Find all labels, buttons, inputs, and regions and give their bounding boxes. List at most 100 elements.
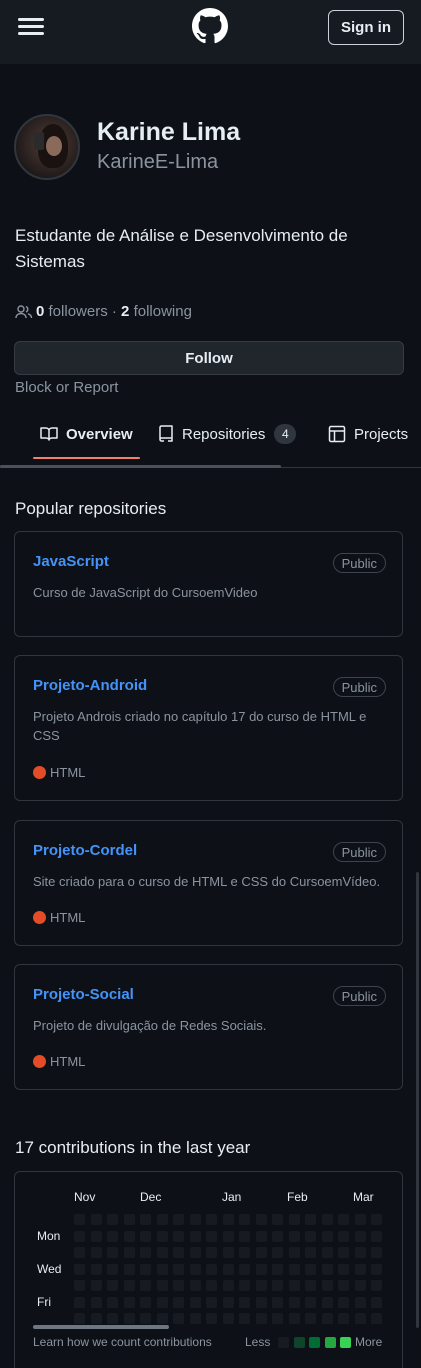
contribution-day-cell[interactable]	[272, 1296, 283, 1308]
contribution-day-cell[interactable]	[123, 1214, 135, 1225]
contribution-day-cell[interactable]	[272, 1214, 283, 1225]
contribution-day-cell[interactable]	[255, 1247, 267, 1258]
contribution-day-cell[interactable]	[239, 1214, 250, 1225]
sign-in-button[interactable]: Sign in	[328, 10, 404, 45]
contribution-day-cell[interactable]	[156, 1230, 168, 1242]
contribution-day-cell[interactable]	[107, 1214, 118, 1225]
contribution-day-cell[interactable]	[272, 1263, 283, 1275]
contribution-day-cell[interactable]	[239, 1280, 250, 1291]
contribution-day-cell[interactable]	[371, 1296, 382, 1308]
contribution-day-cell[interactable]	[338, 1247, 349, 1258]
contribution-day-cell[interactable]	[272, 1230, 283, 1242]
contribution-day-cell[interactable]	[321, 1247, 333, 1258]
contribution-day-cell[interactable]	[173, 1230, 184, 1242]
contribution-day-cell[interactable]	[321, 1230, 333, 1242]
contribution-day-cell[interactable]	[338, 1313, 349, 1324]
page-scrollbar[interactable]	[416, 872, 419, 1328]
contribution-day-cell[interactable]	[222, 1214, 234, 1225]
contribution-day-cell[interactable]	[140, 1230, 151, 1242]
contribution-day-cell[interactable]	[354, 1263, 366, 1275]
following-link[interactable]: 2 following	[121, 303, 192, 320]
contribution-day-cell[interactable]	[74, 1313, 85, 1324]
learn-contributions-link[interactable]: Learn how we count contributions	[33, 1335, 212, 1349]
contribution-day-cell[interactable]	[74, 1230, 85, 1242]
contribution-day-cell[interactable]	[222, 1247, 234, 1258]
contribution-day-cell[interactable]	[173, 1313, 184, 1324]
contribution-day-cell[interactable]	[156, 1263, 168, 1275]
contribution-day-cell[interactable]	[321, 1280, 333, 1291]
contribution-day-cell[interactable]	[156, 1214, 168, 1225]
contribution-day-cell[interactable]	[222, 1280, 234, 1291]
contribution-day-cell[interactable]	[239, 1230, 250, 1242]
contribution-day-cell[interactable]	[255, 1296, 267, 1308]
contribution-day-cell[interactable]	[90, 1263, 102, 1275]
repo-link[interactable]: Projeto-Social	[33, 986, 134, 1003]
contribution-day-cell[interactable]	[90, 1296, 102, 1308]
contribution-day-cell[interactable]	[156, 1280, 168, 1291]
contribution-day-cell[interactable]	[288, 1263, 300, 1275]
contribution-day-cell[interactable]	[156, 1247, 168, 1258]
contribution-day-cell[interactable]	[74, 1280, 85, 1291]
contribution-day-cell[interactable]	[354, 1296, 366, 1308]
contribution-day-cell[interactable]	[371, 1214, 382, 1225]
contribution-day-cell[interactable]	[90, 1247, 102, 1258]
contribution-day-cell[interactable]	[288, 1247, 300, 1258]
contribution-day-cell[interactable]	[206, 1230, 217, 1242]
contribution-day-cell[interactable]	[189, 1263, 201, 1275]
contribution-day-cell[interactable]	[354, 1247, 366, 1258]
contribution-day-cell[interactable]	[189, 1247, 201, 1258]
contribution-day-cell[interactable]	[189, 1296, 201, 1308]
contribution-day-cell[interactable]	[305, 1214, 316, 1225]
contribution-day-cell[interactable]	[107, 1313, 118, 1324]
contribution-day-cell[interactable]	[107, 1296, 118, 1308]
contribution-day-cell[interactable]	[272, 1247, 283, 1258]
contribution-day-cell[interactable]	[288, 1280, 300, 1291]
contribution-day-cell[interactable]	[173, 1247, 184, 1258]
contribution-day-cell[interactable]	[255, 1214, 267, 1225]
contribution-day-cell[interactable]	[123, 1296, 135, 1308]
contribution-day-cell[interactable]	[107, 1230, 118, 1242]
contribution-day-cell[interactable]	[189, 1214, 201, 1225]
contribution-day-cell[interactable]	[305, 1263, 316, 1275]
contribution-day-cell[interactable]	[288, 1230, 300, 1242]
tabs-scrollbar[interactable]	[0, 465, 281, 468]
calendar-scrollbar[interactable]	[33, 1325, 169, 1329]
follow-button[interactable]: Follow	[14, 341, 404, 375]
contribution-day-cell[interactable]	[74, 1247, 85, 1258]
contribution-day-cell[interactable]	[305, 1280, 316, 1291]
contribution-day-cell[interactable]	[156, 1313, 168, 1324]
contribution-day-cell[interactable]	[272, 1313, 283, 1324]
contribution-day-cell[interactable]	[222, 1230, 234, 1242]
tab-projects[interactable]: Projects	[328, 412, 408, 456]
contribution-day-cell[interactable]	[123, 1247, 135, 1258]
avatar[interactable]	[14, 114, 80, 180]
contribution-day-cell[interactable]	[206, 1296, 217, 1308]
contribution-day-cell[interactable]	[90, 1280, 102, 1291]
contribution-day-cell[interactable]	[140, 1214, 151, 1225]
contribution-day-cell[interactable]	[321, 1313, 333, 1324]
contribution-day-cell[interactable]	[305, 1247, 316, 1258]
contribution-day-cell[interactable]	[74, 1263, 85, 1275]
contribution-day-cell[interactable]	[305, 1230, 316, 1242]
contribution-day-cell[interactable]	[90, 1230, 102, 1242]
contribution-day-cell[interactable]	[173, 1280, 184, 1291]
contribution-day-cell[interactable]	[288, 1313, 300, 1324]
block-or-report-link[interactable]: Block or Report	[15, 379, 118, 396]
contribution-day-cell[interactable]	[255, 1230, 267, 1242]
contribution-day-cell[interactable]	[371, 1230, 382, 1242]
contribution-day-cell[interactable]	[305, 1313, 316, 1324]
contribution-day-cell[interactable]	[321, 1296, 333, 1308]
contribution-day-cell[interactable]	[173, 1214, 184, 1225]
contribution-day-cell[interactable]	[354, 1280, 366, 1291]
contribution-day-cell[interactable]	[156, 1296, 168, 1308]
contribution-day-cell[interactable]	[354, 1230, 366, 1242]
contribution-day-cell[interactable]	[206, 1280, 217, 1291]
contribution-day-cell[interactable]	[354, 1313, 366, 1324]
contribution-day-cell[interactable]	[338, 1214, 349, 1225]
contribution-day-cell[interactable]	[222, 1296, 234, 1308]
contribution-day-cell[interactable]	[140, 1247, 151, 1258]
contribution-day-cell[interactable]	[321, 1214, 333, 1225]
contribution-day-cell[interactable]	[255, 1263, 267, 1275]
contribution-day-cell[interactable]	[371, 1313, 382, 1324]
contribution-day-cell[interactable]	[255, 1313, 267, 1324]
